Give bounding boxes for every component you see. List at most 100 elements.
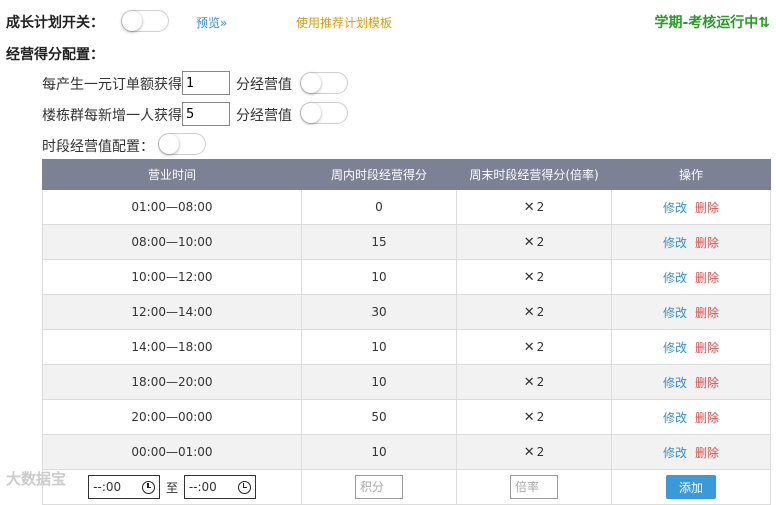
actions-cell: 修改 删除	[611, 434, 771, 470]
actions-cell: 修改 删除	[611, 399, 771, 435]
member-score-input[interactable]	[182, 102, 230, 126]
multiply-icon: ✕	[523, 374, 535, 390]
multiply-icon: ✕	[523, 304, 535, 320]
toggle-knob	[159, 134, 179, 154]
header-actions: 操作	[611, 159, 771, 190]
table-row: 12:00—14:00 30 ✕ 2 修改 删除	[42, 294, 771, 330]
order-score-toggle[interactable]	[300, 72, 348, 94]
weekend-rate-cell: ✕ 2	[456, 224, 612, 260]
multiply-icon: ✕	[523, 269, 535, 285]
delete-link[interactable]: 删除	[695, 201, 719, 215]
edit-link[interactable]: 修改	[663, 376, 687, 390]
clock-icon[interactable]	[237, 480, 251, 494]
delete-link[interactable]: 删除	[695, 271, 719, 285]
time-cell: 10:00—12:00	[42, 259, 302, 295]
header-business-hours: 营业时间	[42, 159, 302, 190]
table-row: 18:00—20:00 10 ✕ 2 修改 删除	[42, 364, 771, 400]
time-cell: 01:00—08:00	[42, 189, 302, 225]
watermark-logo: 大数据宝	[6, 470, 67, 488]
score-input[interactable]	[355, 475, 403, 499]
table-row: 14:00—18:00 10 ✕ 2 修改 删除	[42, 329, 771, 365]
section-title: 经营得分配置：	[6, 47, 104, 63]
order-score-prefix: 每产生一元订单额获得	[42, 77, 182, 93]
delete-link[interactable]: 删除	[695, 446, 719, 460]
period-config-toggle[interactable]	[158, 133, 206, 155]
table-row: 00:00—01:00 10 ✕ 2 修改 删除	[42, 434, 771, 470]
order-score-suffix: 分经营值	[236, 77, 292, 93]
weekend-rate-cell: ✕ 2	[456, 434, 612, 470]
weekend-rate-value: 2	[536, 234, 545, 249]
weekday-score-cell: 10	[301, 259, 457, 295]
to-label: 至	[165, 480, 178, 495]
run-status-badge[interactable]: 学期-考核运行中⇅	[654, 12, 770, 32]
time-cell: 20:00—00:00	[42, 399, 302, 435]
member-score-toggle[interactable]	[300, 102, 348, 124]
header-weekday-score: 周内时段经营得分	[301, 159, 457, 190]
weekday-score-cell: 0	[301, 189, 457, 225]
time-cell: 08:00—10:00	[42, 224, 302, 260]
weekend-rate-value: 2	[536, 304, 545, 319]
weekend-rate-cell: ✕ 2	[456, 364, 612, 400]
delete-link[interactable]: 删除	[695, 236, 719, 250]
start-time-value: --:00	[93, 480, 122, 494]
multiply-icon: ✕	[523, 199, 535, 215]
toggle-knob	[122, 11, 142, 31]
weekday-score-cell: 10	[301, 329, 457, 365]
weekday-score-cell: 50	[301, 399, 457, 435]
header-weekend-score: 周末时段经营得分(倍率)	[456, 159, 612, 190]
score-input-cell	[301, 469, 457, 505]
time-cell: 18:00—20:00	[42, 364, 302, 400]
actions-cell: 修改 删除	[611, 259, 771, 295]
edit-link[interactable]: 修改	[663, 411, 687, 425]
weekend-rate-cell: ✕ 2	[456, 189, 612, 225]
start-time-input[interactable]: --:00	[88, 475, 161, 499]
weekend-rate-value: 2	[536, 199, 545, 214]
preview-link[interactable]: 预览»	[196, 14, 227, 31]
end-time-value: --:00	[188, 480, 217, 494]
edit-link[interactable]: 修改	[663, 201, 687, 215]
toggle-knob	[301, 73, 321, 93]
actions-cell: 修改 删除	[611, 329, 771, 365]
edit-link[interactable]: 修改	[663, 271, 687, 285]
clock-icon[interactable]	[142, 480, 156, 494]
weekend-rate-value: 2	[536, 339, 545, 354]
delete-link[interactable]: 删除	[695, 341, 719, 355]
weekend-rate-cell: ✕ 2	[456, 399, 612, 435]
growth-plan-switch-label: 成长计划开关：	[6, 15, 104, 31]
actions-cell: 修改 删除	[611, 224, 771, 260]
table-row: 08:00—10:00 15 ✕ 2 修改 删除	[42, 224, 771, 260]
rate-input[interactable]	[510, 475, 558, 499]
time-cell: 12:00—14:00	[42, 294, 302, 330]
member-score-suffix: 分经营值	[236, 108, 292, 124]
toggle-knob	[301, 103, 321, 123]
use-template-link[interactable]: 使用推荐计划模板	[296, 14, 392, 31]
multiply-icon: ✕	[523, 339, 535, 355]
order-score-input[interactable]	[182, 71, 230, 95]
delete-link[interactable]: 删除	[695, 376, 719, 390]
weekend-rate-cell: ✕ 2	[456, 329, 612, 365]
multiply-icon: ✕	[523, 409, 535, 425]
edit-link[interactable]: 修改	[663, 341, 687, 355]
delete-link[interactable]: 删除	[695, 306, 719, 320]
multiply-icon: ✕	[523, 234, 535, 250]
add-button-cell: 添加	[611, 469, 771, 505]
weekend-rate-value: 2	[536, 444, 545, 459]
actions-cell: 修改 删除	[611, 294, 771, 330]
period-config-label: 时段经营值配置：	[42, 139, 154, 155]
edit-link[interactable]: 修改	[663, 446, 687, 460]
weekday-score-cell: 15	[301, 224, 457, 260]
period-score-table: 营业时间 周内时段经营得分 周末时段经营得分(倍率) 操作 01:00—08:0…	[42, 159, 771, 505]
edit-link[interactable]: 修改	[663, 236, 687, 250]
weekend-rate-cell: ✕ 2	[456, 259, 612, 295]
end-time-input[interactable]: --:00	[183, 475, 256, 499]
delete-link[interactable]: 删除	[695, 411, 719, 425]
rate-input-cell	[456, 469, 612, 505]
weekday-score-cell: 10	[301, 434, 457, 470]
weekend-rate-cell: ✕ 2	[456, 294, 612, 330]
table-row: 20:00—00:00 50 ✕ 2 修改 删除	[42, 399, 771, 435]
add-button[interactable]: 添加	[666, 475, 716, 499]
edit-link[interactable]: 修改	[663, 306, 687, 320]
growth-plan-toggle[interactable]	[121, 10, 169, 32]
weekday-score-cell: 30	[301, 294, 457, 330]
weekday-score-cell: 10	[301, 364, 457, 400]
